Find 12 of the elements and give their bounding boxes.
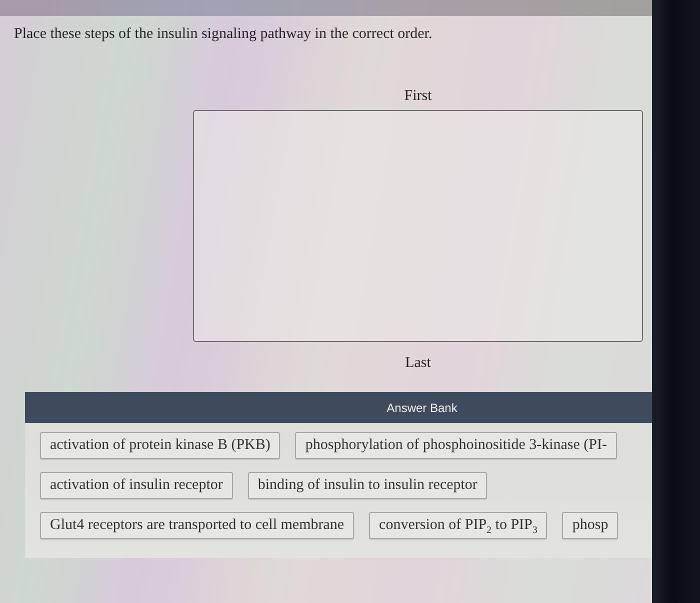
first-label: First	[404, 88, 432, 104]
answer-card[interactable]: activation of protein kinase B (PKB)	[40, 432, 280, 459]
drop-zone[interactable]	[193, 110, 643, 342]
answer-card[interactable]: conversion of PIP$_{2}$ to PIP$_{3}$	[369, 512, 548, 539]
answer-card[interactable]: phosphorylation of phosphoinositide 3-kinase (PI-	[295, 432, 618, 459]
answer-card[interactable]: activation of insulin receptor	[40, 472, 233, 499]
answer-card[interactable]: binding of insulin to insulin receptor	[248, 472, 488, 499]
answer-bank-header: Answer Bank	[25, 392, 652, 423]
question-text: Place these steps of the insulin signaling pathway in the correct order.	[14, 25, 434, 43]
answer-card[interactable]: Glut4 receptors are transported to cell membrane	[40, 512, 354, 539]
answer-card[interactable]: phosp	[562, 512, 618, 539]
last-label: Last	[405, 355, 431, 371]
